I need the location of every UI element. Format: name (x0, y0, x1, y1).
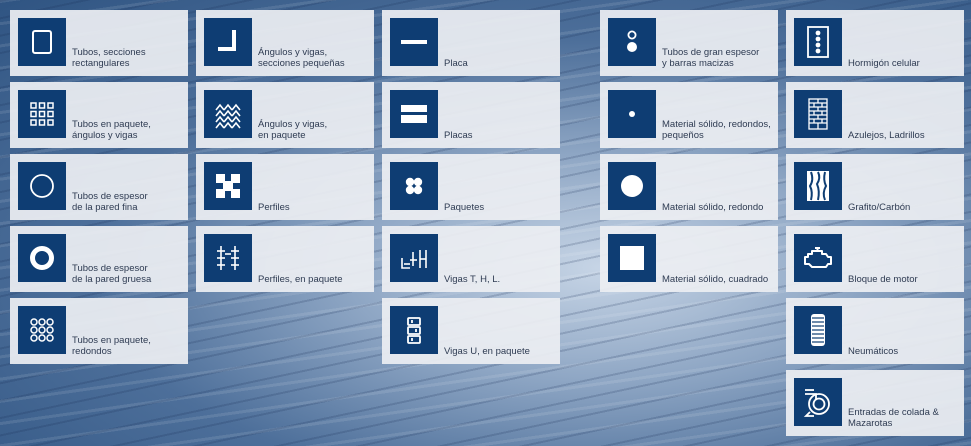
u-beam-bundle-icon (390, 306, 438, 354)
tile-label: Tubos de gran espesor y barras macizas (662, 47, 760, 69)
tile-profiles[interactable]: Perfiles (196, 154, 374, 220)
rect-tube-icon (18, 18, 66, 66)
tile-rect-tubes[interactable]: Tubos, secciones rectangulares (10, 10, 188, 76)
engine-block-icon (794, 234, 842, 282)
tile-thick-wall-tubes[interactable]: Tubos de espesor de la pared gruesa (10, 226, 188, 292)
solid-round-icon (608, 162, 656, 210)
tile-label: Hormigón celular (848, 57, 920, 69)
cellular-concrete-icon (794, 18, 842, 66)
tile-thin-wall-tubes[interactable]: Tubos de espesor de la pared fina (10, 154, 188, 220)
tile-solid-round[interactable]: Material sólido, redondo (600, 154, 778, 220)
packages-icon (390, 162, 438, 210)
profile-icon (204, 162, 252, 210)
tile-label: Vigas T, H, L. (444, 273, 501, 285)
tile-tiles-bricks[interactable]: Azulejos, Ladrillos (786, 82, 964, 148)
tile-plate[interactable]: Placa (382, 10, 560, 76)
tile-u-beams-bundle[interactable]: Vigas U, en paquete (382, 298, 560, 364)
tire-icon (794, 306, 842, 354)
tile-engine-block[interactable]: Bloque de motor (786, 226, 964, 292)
tile-label: Perfiles (258, 201, 290, 213)
tile-label: Grafito/Carbón (848, 201, 911, 213)
tile-label: Vigas U, en paquete (444, 345, 530, 357)
tile-label: Tubos en paquete, redondos (72, 335, 151, 357)
plate-icon (390, 18, 438, 66)
plates-icon (390, 90, 438, 138)
tile-plates[interactable]: Placas (382, 82, 560, 148)
tile-angles-bundle[interactable]: Ángulos y vigas, en paquete (196, 82, 374, 148)
tile-label: Material sólido, cuadrado (662, 273, 769, 285)
tile-label: Bloque de motor (848, 273, 918, 285)
tile-solid-square[interactable]: Material sólido, cuadrado (600, 226, 778, 292)
tile-label: Tubos, secciones rectangulares (72, 47, 146, 69)
sprue-riser-icon (794, 378, 842, 426)
graphite-icon (794, 162, 842, 210)
tile-label: Neumáticos (848, 345, 899, 357)
profile-bundle-icon (204, 234, 252, 282)
tile-round-bundle-tubes[interactable]: Tubos en paquete, redondos (10, 298, 188, 364)
tile-label: Entradas de colada & Mazarotas (848, 407, 939, 429)
tile-angles-small[interactable]: Ángulos y vigas, secciones pequeñas (196, 10, 374, 76)
solid-square-icon (608, 234, 656, 282)
tile-profiles-bundle[interactable]: Perfiles, en paquete (196, 226, 374, 292)
tile-bundle-tubes-angles[interactable]: Tubos en paquete, ángulos y vigas (10, 82, 188, 148)
angle-bundle-icon (204, 90, 252, 138)
small-solid-round-icon (608, 90, 656, 138)
tile-label: Placa (444, 57, 468, 69)
thick-wall-tube-icon (18, 234, 66, 282)
tile-cellular-concrete[interactable]: Hormigón celular (786, 10, 964, 76)
tile-label: Tubos de espesor de la pared fina (72, 191, 148, 213)
tile-sprues-risers[interactable]: Entradas de colada & Mazarotas (786, 370, 964, 436)
tile-thick-tubes-bars[interactable]: Tubos de gran espesor y barras macizas (600, 10, 778, 76)
tile-tires[interactable]: Neumáticos (786, 298, 964, 364)
tile-label: Ángulos y vigas, en paquete (258, 119, 328, 141)
tile-small-solid-round[interactable]: Material sólido, redondos, pequeños (600, 82, 778, 148)
tile-label: Material sólido, redondos, pequeños (662, 119, 771, 141)
tile-label: Tubos en paquete, ángulos y vigas (72, 119, 151, 141)
tile-label: Placas (444, 129, 473, 141)
tile-label: Perfiles, en paquete (258, 273, 343, 285)
tile-label: Ángulos y vigas, secciones pequeñas (258, 47, 345, 69)
tile-label: Material sólido, redondo (662, 201, 764, 213)
tile-beams-thl[interactable]: Vigas T, H, L. (382, 226, 560, 292)
beams-thl-icon (390, 234, 438, 282)
bricks-icon (794, 90, 842, 138)
thick-tube-bars-icon (608, 18, 656, 66)
tile-graphite-carbon[interactable]: Grafito/Carbón (786, 154, 964, 220)
thin-wall-tube-icon (18, 162, 66, 210)
round-bundle-icon (18, 306, 66, 354)
tile-label: Paquetes (444, 201, 485, 213)
tile-label: Azulejos, Ladrillos (848, 129, 925, 141)
angle-icon (204, 18, 252, 66)
bundle-grid-icon (18, 90, 66, 138)
tile-packages[interactable]: Paquetes (382, 154, 560, 220)
tile-label: Tubos de espesor de la pared gruesa (72, 263, 152, 285)
